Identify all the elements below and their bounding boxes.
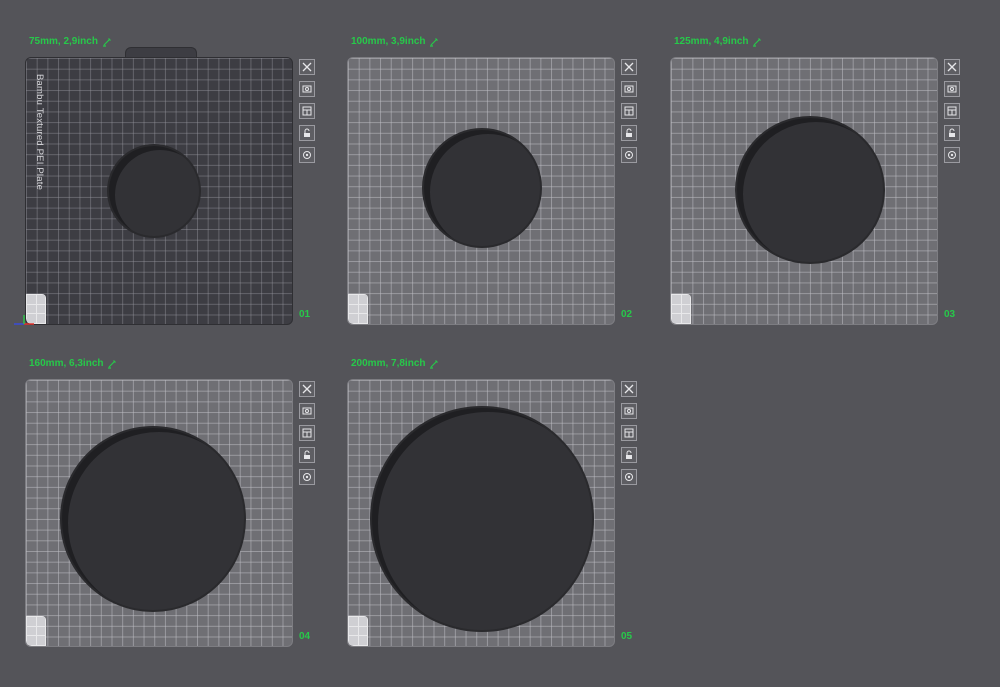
object-disc[interactable] bbox=[109, 146, 199, 236]
arrange-icon[interactable] bbox=[299, 425, 315, 441]
lock-icon[interactable] bbox=[299, 447, 315, 463]
settings-icon[interactable] bbox=[299, 147, 315, 163]
plate-title-text: 125mm, 4,9inch bbox=[674, 36, 749, 47]
build-plate[interactable] bbox=[25, 379, 293, 647]
plate-number: 02 bbox=[621, 309, 633, 320]
lock-icon[interactable] bbox=[621, 125, 637, 141]
plate-title-text: 75mm, 2,9inch bbox=[29, 36, 98, 47]
auto-orient-icon[interactable] bbox=[944, 81, 960, 97]
plate-number: 05 bbox=[621, 631, 633, 642]
close-icon[interactable] bbox=[621, 59, 637, 75]
close-icon[interactable] bbox=[299, 381, 315, 397]
plate-title[interactable]: 160mm, 6,3inch bbox=[29, 358, 117, 369]
auto-orient-icon[interactable] bbox=[621, 81, 637, 97]
plate-toolbar bbox=[621, 59, 637, 163]
settings-icon[interactable] bbox=[299, 469, 315, 485]
build-plate[interactable]: Bambu Textured PEI Plate bbox=[25, 57, 293, 325]
plate-title[interactable]: 200mm, 7,8inch bbox=[351, 358, 439, 369]
plate-title[interactable]: 100mm, 3,9inch bbox=[351, 36, 439, 47]
edit-icon[interactable] bbox=[429, 359, 439, 369]
lock-icon[interactable] bbox=[299, 125, 315, 141]
lock-icon[interactable] bbox=[621, 447, 637, 463]
arrange-icon[interactable] bbox=[621, 425, 637, 441]
plate-toolbar bbox=[621, 381, 637, 485]
close-icon[interactable] bbox=[944, 59, 960, 75]
close-icon[interactable] bbox=[299, 59, 315, 75]
plate-title-text: 100mm, 3,9inch bbox=[351, 36, 426, 47]
build-plate[interactable] bbox=[347, 57, 615, 325]
build-plate[interactable] bbox=[347, 379, 615, 647]
edit-icon[interactable] bbox=[429, 37, 439, 47]
plate-grid-icon bbox=[348, 616, 368, 646]
plate-title[interactable]: 75mm, 2,9inch bbox=[29, 36, 112, 47]
object-disc[interactable] bbox=[372, 408, 592, 630]
plate-title[interactable]: 125mm, 4,9inch bbox=[674, 36, 762, 47]
arrange-icon[interactable] bbox=[944, 103, 960, 119]
auto-orient-icon[interactable] bbox=[299, 403, 315, 419]
plate-toolbar bbox=[944, 59, 960, 163]
edit-icon[interactable] bbox=[102, 37, 112, 47]
object-disc[interactable] bbox=[424, 130, 540, 246]
plate-title-text: 160mm, 6,3inch bbox=[29, 358, 104, 369]
plate-toolbar bbox=[299, 381, 315, 485]
settings-icon[interactable] bbox=[621, 469, 637, 485]
plate-03[interactable]: 125mm, 4,9inch 03 bbox=[670, 36, 970, 335]
plate-grid-icon bbox=[671, 294, 691, 324]
plate-type-label: Bambu Textured PEI Plate bbox=[34, 74, 45, 191]
close-icon[interactable] bbox=[621, 381, 637, 397]
plate-grid-icon bbox=[348, 294, 368, 324]
plate-05[interactable]: 200mm, 7,8inch 05 bbox=[347, 358, 647, 657]
object-disc[interactable] bbox=[62, 428, 244, 610]
plate-number: 03 bbox=[944, 309, 956, 320]
plate-title-text: 200mm, 7,8inch bbox=[351, 358, 426, 369]
arrange-icon[interactable] bbox=[299, 103, 315, 119]
plate-grid-icon bbox=[26, 616, 46, 646]
auto-orient-icon[interactable] bbox=[299, 81, 315, 97]
auto-orient-icon[interactable] bbox=[621, 403, 637, 419]
arrange-icon[interactable] bbox=[621, 103, 637, 119]
plate-toolbar bbox=[299, 59, 315, 163]
edit-icon[interactable] bbox=[107, 359, 117, 369]
edit-icon[interactable] bbox=[752, 37, 762, 47]
plate-01[interactable]: 75mm, 2,9inch Bambu Textured PEI Plate 0… bbox=[14, 36, 325, 335]
plate-02[interactable]: 100mm, 3,9inch 02 bbox=[347, 36, 647, 335]
build-plate[interactable] bbox=[670, 57, 938, 325]
lock-icon[interactable] bbox=[944, 125, 960, 141]
settings-icon[interactable] bbox=[621, 147, 637, 163]
object-disc[interactable] bbox=[737, 118, 883, 262]
plate-number: 01 bbox=[299, 309, 311, 320]
axes-indicator-icon bbox=[14, 315, 34, 325]
plate-04[interactable]: 160mm, 6,3inch 04 bbox=[25, 358, 325, 657]
settings-icon[interactable] bbox=[944, 147, 960, 163]
plate-number: 04 bbox=[299, 631, 311, 642]
